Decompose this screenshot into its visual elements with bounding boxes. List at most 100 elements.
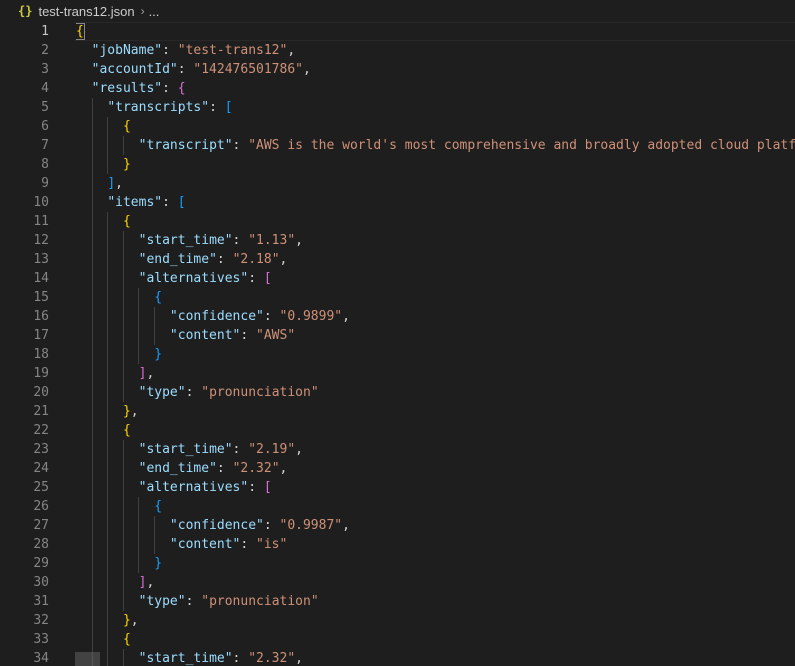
line-number: 17 xyxy=(33,328,49,343)
indent-guide xyxy=(91,364,93,383)
indent-guide xyxy=(122,364,124,383)
punctuation: , xyxy=(279,461,288,476)
indent-guide xyxy=(107,497,109,516)
indent-guide xyxy=(107,478,109,497)
code-line[interactable]: 31 "type": "pronunciation" xyxy=(0,592,795,611)
indent-guide xyxy=(107,250,109,269)
json-key: "alternatives" xyxy=(138,480,249,495)
code-line[interactable]: 2 "jobName": "test-trans12", xyxy=(0,41,795,60)
code-line[interactable]: 13 "end_time": "2.18", xyxy=(0,250,795,269)
json-key: "type" xyxy=(138,594,186,609)
bracket: } xyxy=(122,404,131,419)
line-number: 24 xyxy=(33,461,49,476)
bracket: } xyxy=(122,613,131,628)
code-line[interactable]: 23 "start_time": "2.19", xyxy=(0,440,795,459)
breadcrumb-file[interactable]: test-trans12.json xyxy=(38,4,134,19)
code-line[interactable]: 9 ], xyxy=(0,174,795,193)
code-content: "content": "is" xyxy=(76,535,795,554)
code-line[interactable]: 7 "transcript": "AWS is the world's most… xyxy=(0,136,795,155)
breadcrumb-more[interactable]: ... xyxy=(149,4,160,19)
code-line[interactable]: 33 { xyxy=(0,630,795,649)
code-line[interactable]: 6 { xyxy=(0,117,795,136)
bracket: { xyxy=(177,81,186,96)
json-key: "start_time" xyxy=(138,233,233,248)
code-content: "alternatives": [ xyxy=(76,478,795,497)
indent-guide xyxy=(107,212,109,231)
line-number: 10 xyxy=(33,195,49,210)
indent-guide xyxy=(122,345,124,364)
punctuation: : xyxy=(232,138,249,153)
indent-guide xyxy=(91,326,93,345)
bracket: { xyxy=(122,214,131,229)
code-line[interactable]: 12 "start_time": "1.13", xyxy=(0,231,795,250)
code-line[interactable]: 25 "alternatives": [ xyxy=(0,478,795,497)
code-line[interactable]: 5 "transcripts": [ xyxy=(0,98,795,117)
code-line[interactable]: 29 } xyxy=(0,554,795,573)
code-line[interactable]: 28 "content": "is" xyxy=(0,535,795,554)
code-line[interactable]: 34 "start_time": "2.32", xyxy=(0,649,795,666)
code-line[interactable]: 20 "type": "pronunciation" xyxy=(0,383,795,402)
code-line[interactable]: 30 ], xyxy=(0,573,795,592)
code-line[interactable]: 3 "accountId": "142476501786", xyxy=(0,60,795,79)
line-number: 1 xyxy=(41,24,49,39)
json-key: "end_time" xyxy=(138,461,217,476)
punctuation: , xyxy=(146,575,155,590)
punctuation: : xyxy=(232,442,249,457)
indent-guide xyxy=(122,478,124,497)
indent-guide xyxy=(107,459,109,478)
indent-guide xyxy=(91,155,93,174)
code-line[interactable]: 10 "items": [ xyxy=(0,193,795,212)
punctuation: , xyxy=(146,366,155,381)
indent-guide xyxy=(91,497,93,516)
json-key: "transcript" xyxy=(138,138,233,153)
indent-guide xyxy=(91,402,93,421)
json-string: "pronunciation" xyxy=(201,594,319,609)
bracket: } xyxy=(154,347,163,362)
punctuation: : xyxy=(248,480,264,495)
bracket: } xyxy=(154,556,163,571)
line-number: 13 xyxy=(33,252,49,267)
code-line[interactable]: 24 "end_time": "2.32", xyxy=(0,459,795,478)
code-line[interactable]: 14 "alternatives": [ xyxy=(0,269,795,288)
code-line[interactable]: 27 "confidence": "0.9987", xyxy=(0,516,795,535)
punctuation: : xyxy=(162,195,178,210)
indent-guide xyxy=(107,326,109,345)
bracket: } xyxy=(122,157,131,172)
indent-guide xyxy=(91,345,93,364)
code-line[interactable]: 19 ], xyxy=(0,364,795,383)
code-line[interactable]: 18 } xyxy=(0,345,795,364)
code-line[interactable]: 1{ xyxy=(0,22,795,41)
punctuation: , xyxy=(130,613,139,628)
indent-guide xyxy=(122,250,124,269)
code-line[interactable]: 15 { xyxy=(0,288,795,307)
code-line[interactable]: 26 { xyxy=(0,497,795,516)
code-content: }, xyxy=(76,402,795,421)
indent-guide xyxy=(122,592,124,611)
code-line[interactable]: 17 "content": "AWS" xyxy=(0,326,795,345)
indent-guide xyxy=(107,592,109,611)
indent-guide xyxy=(91,459,93,478)
indent-guide xyxy=(122,497,124,516)
code-line[interactable]: 11 { xyxy=(0,212,795,231)
code-line[interactable]: 22 { xyxy=(0,421,795,440)
line-number: 30 xyxy=(33,575,49,590)
indent-guide xyxy=(138,535,140,554)
bracket: [ xyxy=(263,480,272,495)
code-line[interactable]: 21 }, xyxy=(0,402,795,421)
code-line[interactable]: 16 "confidence": "0.9899", xyxy=(0,307,795,326)
horizontal-scrollbar-thumb[interactable] xyxy=(75,652,100,666)
code-line[interactable]: 32 }, xyxy=(0,611,795,630)
punctuation: : xyxy=(216,252,233,267)
indent-guide xyxy=(138,345,140,364)
indent-guide xyxy=(138,288,140,307)
code-editor[interactable]: 1{2 "jobName": "test-trans12", 3 "account… xyxy=(0,22,795,666)
bracket: { xyxy=(122,423,131,438)
code-line[interactable]: 4 "results": { xyxy=(0,79,795,98)
line-number: 14 xyxy=(33,271,49,286)
code-content: { xyxy=(76,212,795,231)
code-line[interactable]: 8 } xyxy=(0,155,795,174)
json-string: "2.32" xyxy=(232,461,280,476)
